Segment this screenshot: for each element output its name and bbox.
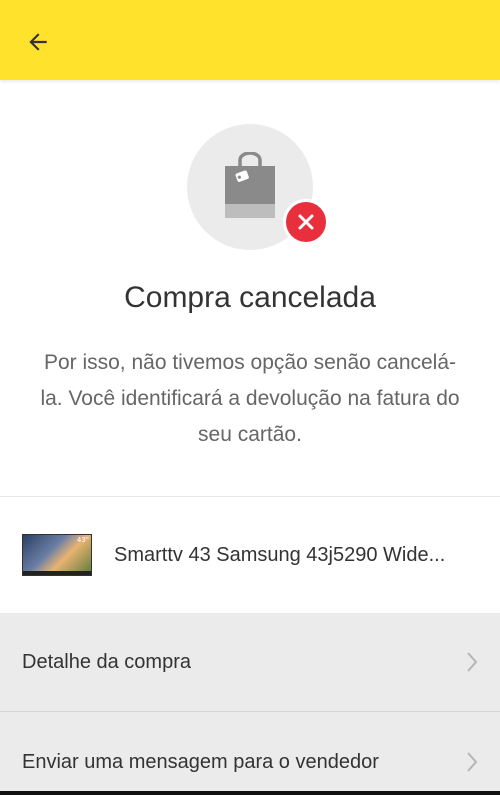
shopping-bag-icon bbox=[225, 152, 275, 218]
purchase-detail-row[interactable]: Detalhe da compra bbox=[0, 613, 500, 712]
product-thumbnail: 43" bbox=[22, 534, 92, 576]
system-navigation-bar bbox=[0, 791, 500, 795]
product-item[interactable]: 43" Smarttv 43 Samsung 43j5290 Wide... bbox=[0, 497, 500, 613]
message-seller-row[interactable]: Enviar uma mensagem para o vendedor bbox=[0, 712, 500, 795]
actions-list: Detalhe da compra Enviar uma mensagem pa… bbox=[0, 613, 500, 795]
close-icon bbox=[298, 214, 314, 230]
arrow-left-icon bbox=[29, 33, 47, 51]
thumbnail-size-tag: 43" bbox=[76, 536, 89, 544]
error-badge bbox=[283, 199, 329, 245]
purchase-detail-label: Detalhe da compra bbox=[22, 650, 191, 673]
chevron-right-icon bbox=[467, 652, 478, 672]
back-button[interactable] bbox=[18, 22, 58, 62]
top-app-bar bbox=[0, 0, 500, 80]
message-seller-label: Enviar uma mensagem para o vendedor bbox=[22, 750, 379, 773]
tv-stand bbox=[23, 571, 91, 575]
status-title: Compra cancelada bbox=[124, 281, 376, 314]
product-name: Smarttv 43 Samsung 43j5290 Wide... bbox=[114, 543, 446, 566]
chevron-right-icon bbox=[467, 752, 478, 772]
status-message: Por isso, não tivemos opção senão cancel… bbox=[40, 351, 460, 446]
